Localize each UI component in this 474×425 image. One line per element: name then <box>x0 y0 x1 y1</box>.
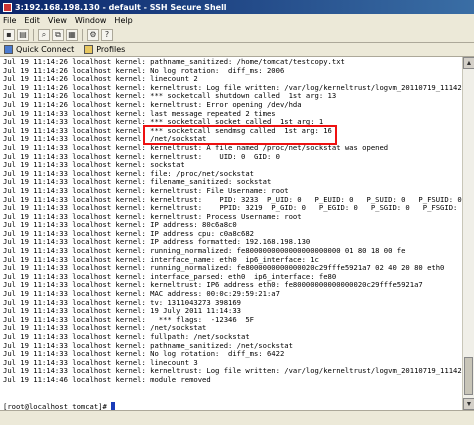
window-title: 3:192.168.198.130 - default - SSH Secure… <box>15 2 227 12</box>
profiles-label: Profiles <box>96 45 126 54</box>
text-cursor <box>111 401 116 410</box>
menu-edit[interactable]: Edit <box>24 16 40 25</box>
toolbar-divider <box>82 28 83 41</box>
copy-icon[interactable]: ⧉ <box>52 28 64 41</box>
quick-connect-label: Quick Connect <box>16 45 75 54</box>
terminal-line: Jul 19 11:14:46 localhost kernel: module… <box>3 374 211 384</box>
paste-icon[interactable]: ▦ <box>66 28 78 41</box>
folder-icon <box>84 45 94 54</box>
vertical-scrollbar[interactable]: ▲ ▼ <box>462 57 474 410</box>
menu-bar: File Edit View Window Help <box>0 14 474 27</box>
terminal-output[interactable]: Jul 19 11:14:26 localhost kernel: pathna… <box>0 57 462 410</box>
profiles-button[interactable]: Profiles <box>84 45 125 54</box>
menu-file[interactable]: File <box>3 16 16 25</box>
connect-icon <box>4 45 13 54</box>
quick-connect-button[interactable]: Quick Connect <box>4 45 74 54</box>
title-bar: 3:192.168.198.130 - default - SSH Secure… <box>0 0 474 14</box>
quick-connect-bar: Quick Connect Profiles <box>0 43 474 57</box>
toolbar-divider <box>33 28 34 41</box>
find-icon[interactable]: ⌕ <box>38 28 50 41</box>
status-bar <box>0 410 474 425</box>
settings-icon[interactable]: ⚙ <box>87 28 99 41</box>
scroll-thumb[interactable] <box>464 357 473 395</box>
menu-view[interactable]: View <box>48 16 67 25</box>
help-icon[interactable]: ? <box>101 28 113 41</box>
shell-prompt: [root@localhost tomcat]# <box>3 401 462 410</box>
scroll-down-icon[interactable]: ▼ <box>463 398 474 410</box>
menu-window[interactable]: Window <box>75 16 107 25</box>
ssh-app-icon <box>3 2 12 12</box>
save-icon[interactable]: ▪ <box>3 28 15 41</box>
print-icon[interactable]: ▤ <box>17 28 29 41</box>
toolbar: ▪ ▤ ⌕ ⧉ ▦ ⚙ ? <box>0 27 474 43</box>
scroll-up-icon[interactable]: ▲ <box>463 57 474 69</box>
menu-help[interactable]: Help <box>114 16 132 25</box>
